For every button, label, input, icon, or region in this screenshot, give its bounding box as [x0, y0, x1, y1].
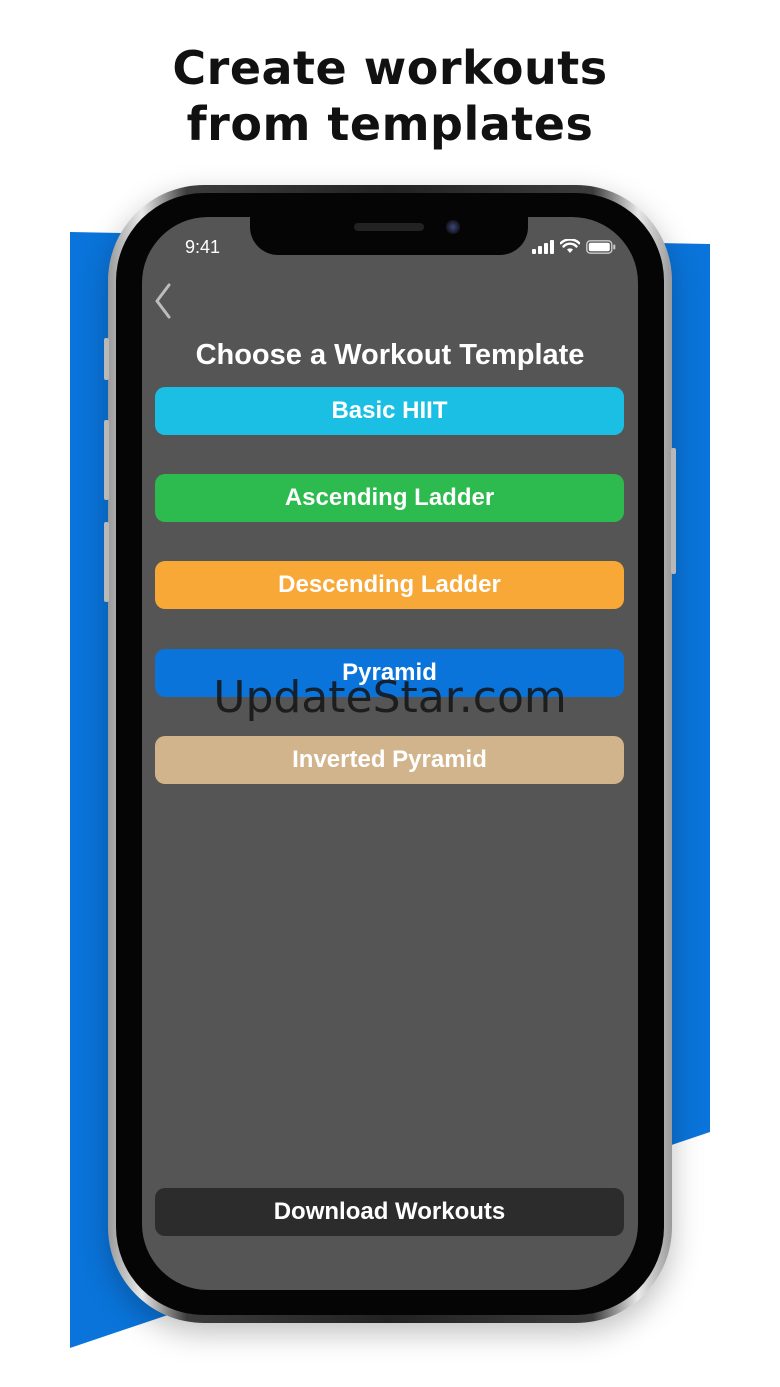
headline-line-1: Create workouts	[172, 41, 608, 95]
volume-down-button	[104, 522, 109, 602]
back-button[interactable]	[148, 281, 178, 321]
battery-icon	[586, 239, 616, 254]
chevron-left-icon	[155, 283, 171, 319]
volume-up-button	[104, 420, 109, 500]
download-workouts-button[interactable]: Download Workouts	[155, 1188, 624, 1236]
status-time: 9:41	[185, 237, 221, 257]
notch	[250, 217, 528, 255]
headline: Create workouts from templates	[0, 40, 780, 152]
headline-line-2: from templates	[186, 97, 594, 151]
signal-icon	[532, 239, 554, 254]
phone-screen: 9:41 Choose a Workout Template Basic HII…	[142, 217, 638, 1290]
template-button-ascending-ladder[interactable]: Ascending Ladder	[155, 474, 624, 522]
power-button	[671, 448, 676, 574]
template-button-inverted-pyramid[interactable]: Inverted Pyramid	[155, 736, 624, 784]
silent-switch	[104, 338, 109, 380]
status-icons	[532, 239, 616, 254]
screen-title: Choose a Workout Template	[195, 339, 585, 371]
speaker-grille	[354, 223, 424, 231]
template-button-pyramid[interactable]: Pyramid	[155, 649, 624, 697]
wifi-icon	[560, 239, 580, 253]
front-camera	[446, 220, 460, 234]
template-button-basic-hiit[interactable]: Basic HIIT	[155, 387, 624, 435]
template-button-descending-ladder[interactable]: Descending Ladder	[155, 561, 624, 609]
